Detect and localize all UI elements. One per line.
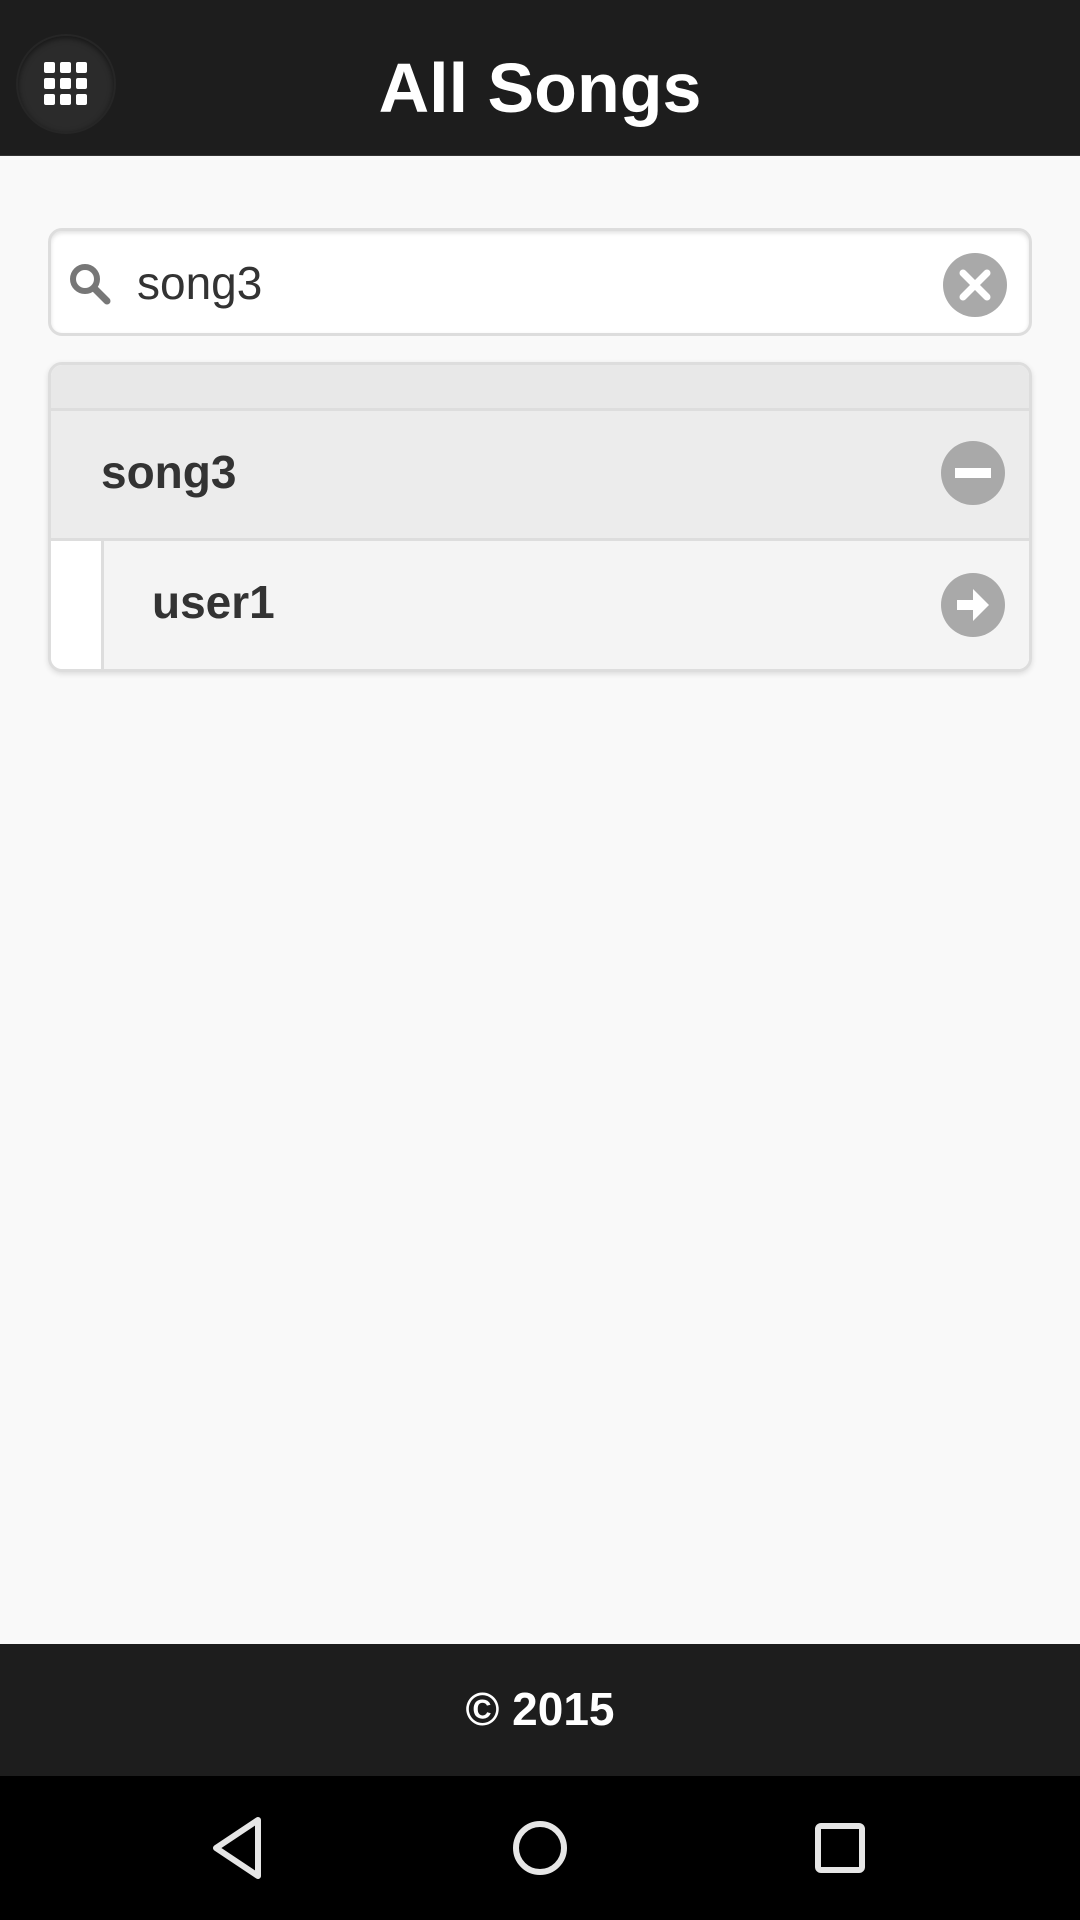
list-item-body: user1 [101, 541, 1029, 669]
home-icon[interactable] [504, 1812, 576, 1884]
recent-apps-icon[interactable] [804, 1812, 876, 1884]
song-list: song3 user1 [48, 362, 1032, 672]
footer-bar: © 2015 [0, 1644, 1080, 1776]
minus-icon[interactable] [941, 441, 1005, 505]
copyright-text: © 2015 [465, 1683, 615, 1735]
song-title: song3 [101, 446, 237, 498]
system-nav-bar [0, 1776, 1080, 1920]
app-root: All Songs song3 user1 [0, 0, 1080, 1920]
clear-search-button[interactable] [943, 253, 1007, 317]
clear-icon [959, 269, 991, 301]
list-item[interactable]: user1 [51, 541, 1029, 669]
search-box [48, 228, 1032, 336]
arrow-glyph [957, 589, 989, 621]
back-icon[interactable] [204, 1812, 276, 1884]
search-icon [70, 264, 111, 305]
minus-bar [955, 468, 991, 478]
header-bar: All Songs [0, 0, 1080, 156]
arrow-right-icon[interactable] [941, 573, 1005, 637]
search-input[interactable] [135, 247, 919, 319]
page-title: All Songs [378, 49, 702, 127]
list-item-label: user1 [152, 576, 275, 628]
list-divider [51, 365, 1029, 411]
song-item-header[interactable]: song3 [51, 411, 1029, 541]
